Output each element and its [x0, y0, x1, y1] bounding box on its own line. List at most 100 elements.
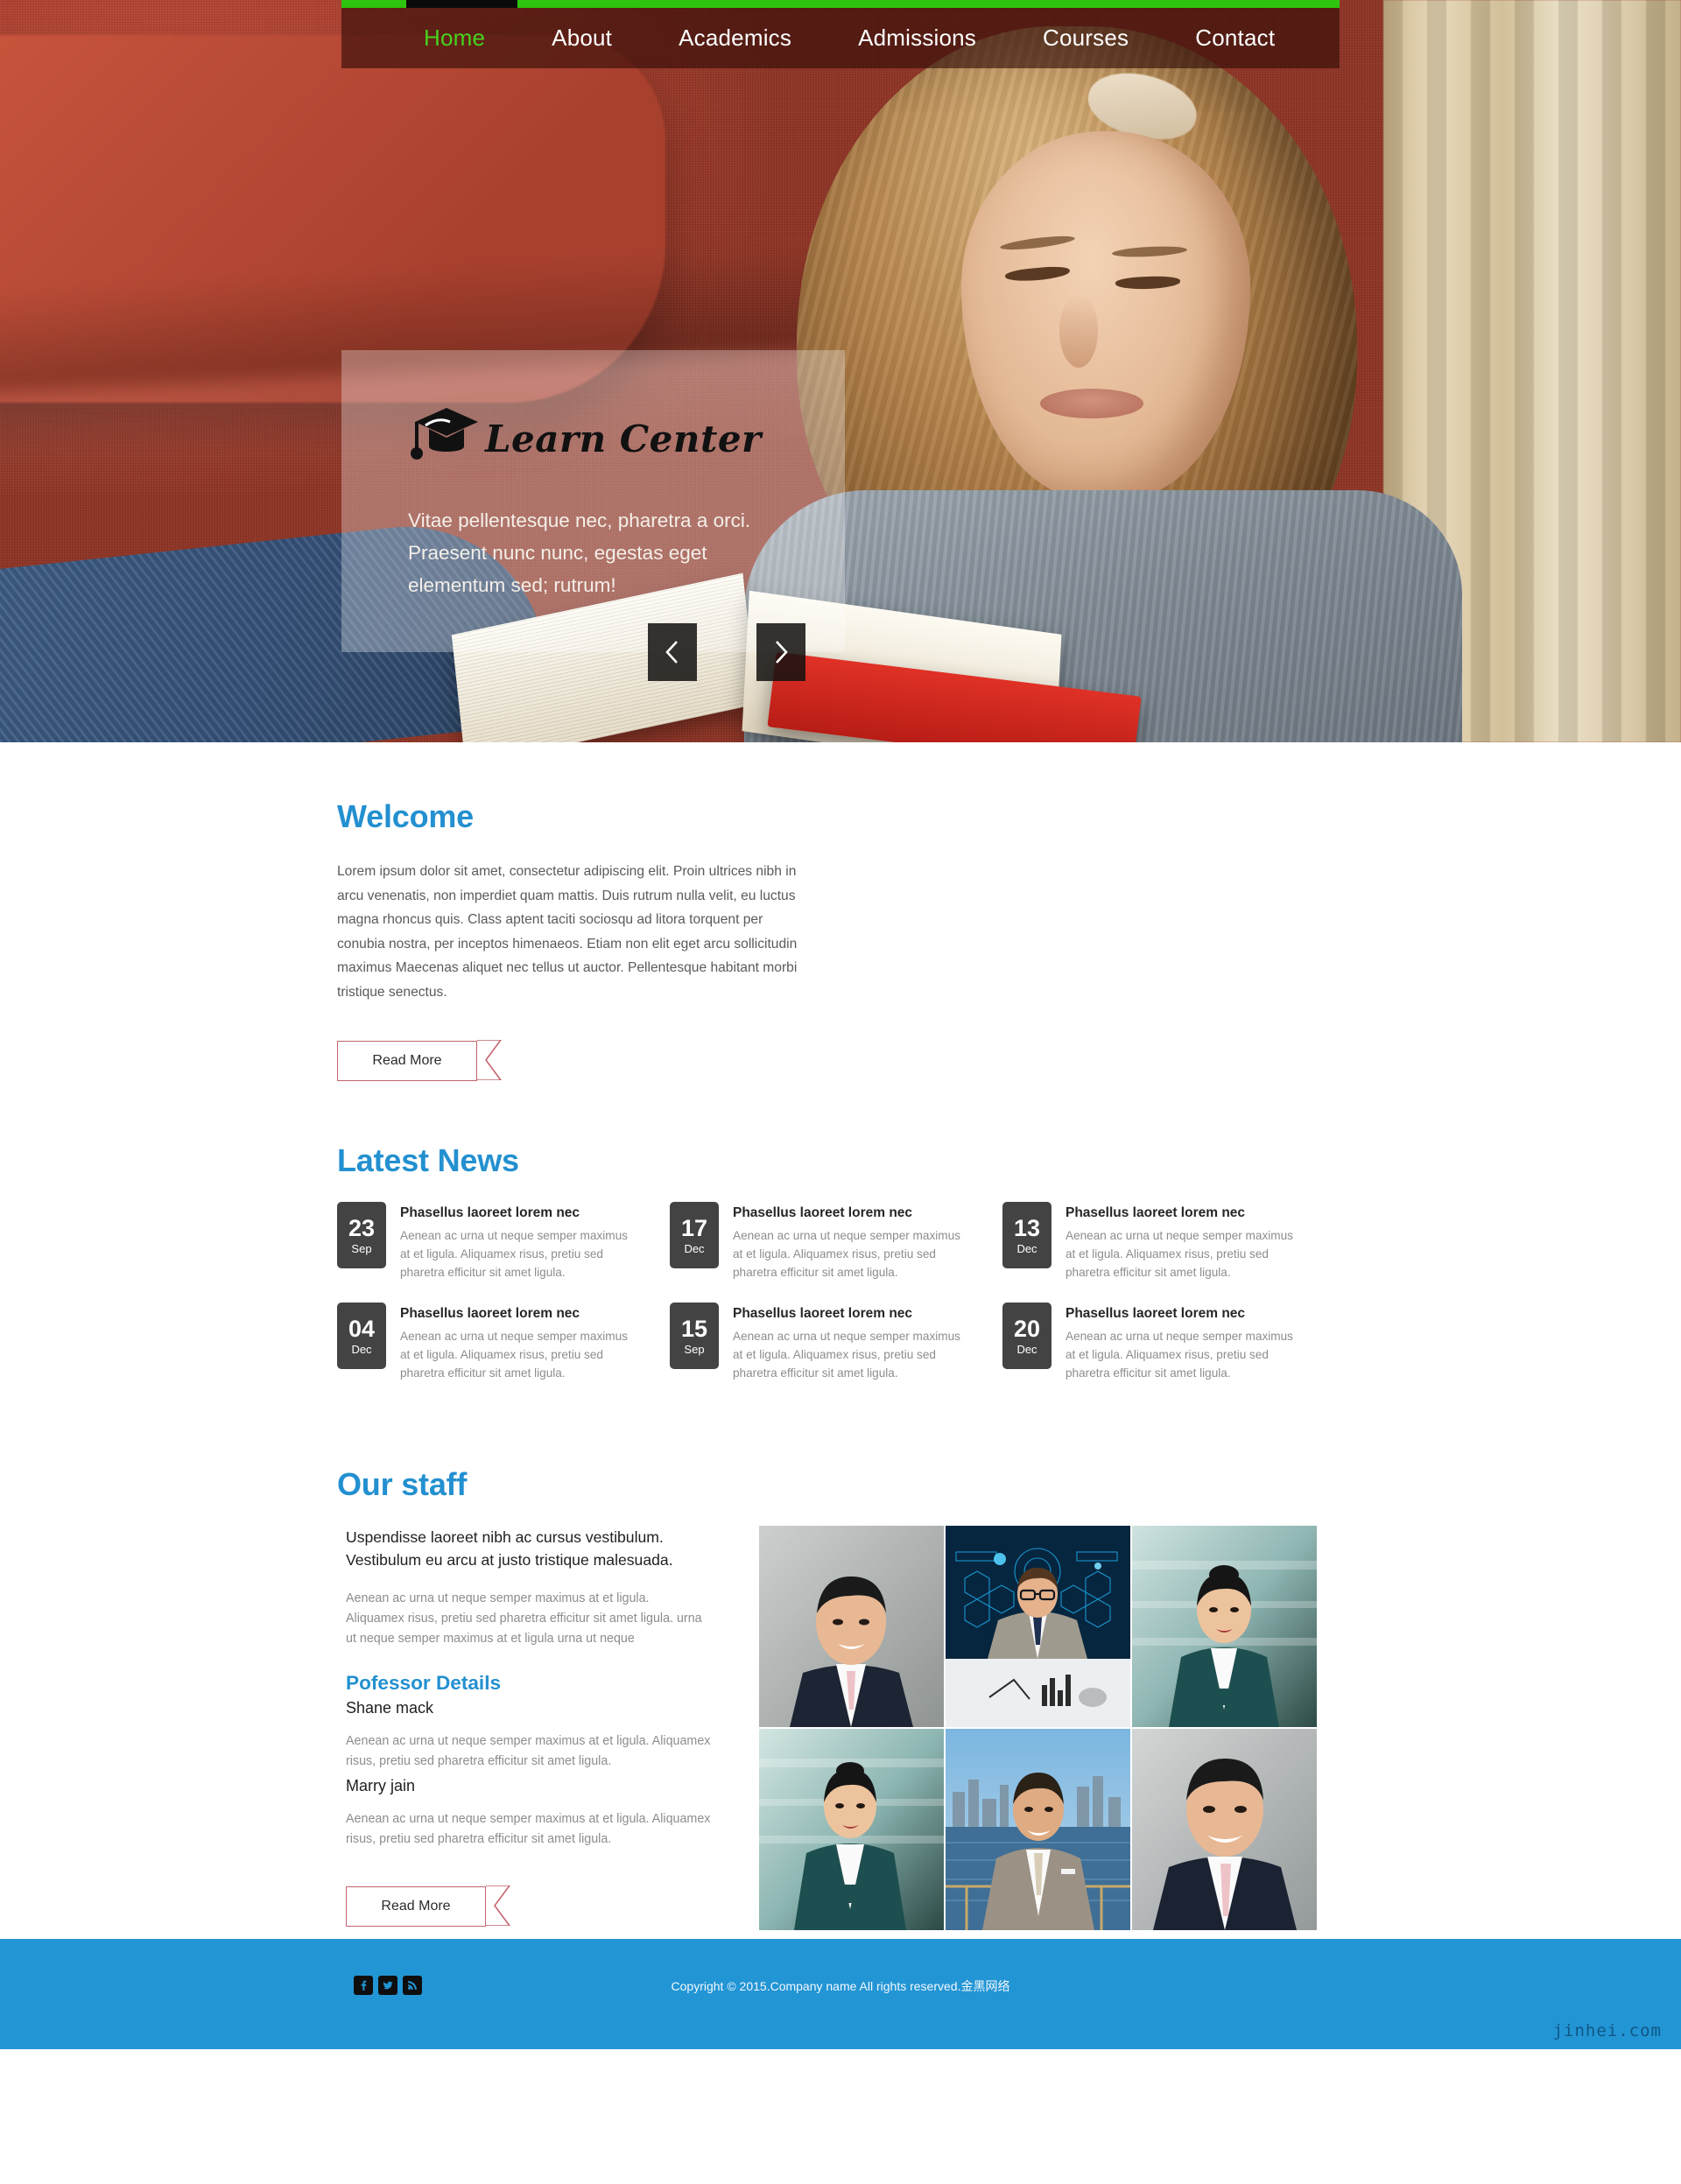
nav-link-contact[interactable]: Contact: [1162, 8, 1308, 68]
news-title: Phasellus laoreet lorem nec: [400, 1306, 580, 1321]
main-navigation: Home About Academics Admissions Courses …: [341, 8, 1340, 68]
our-staff-section: Our staff Uspendisse laoreet nibh ac cur…: [337, 1382, 1344, 1986]
hero-prev-button[interactable]: [648, 623, 697, 681]
staff-text-column: Uspendisse laoreet nibh ac cursus vestib…: [337, 1526, 749, 1930]
site-watermark: jinhei.com: [1552, 2021, 1662, 2040]
news-description: Aenean ac urna ut neque semper maximus a…: [1066, 1229, 1293, 1279]
nav-item-contact[interactable]: Contact: [1162, 8, 1308, 68]
news-description: Aenean ac urna ut neque semper maximus a…: [733, 1330, 960, 1380]
news-day: 23: [348, 1215, 376, 1241]
content-wrapper: Welcome Lorem ipsum dolor sit amet, cons…: [337, 742, 1344, 1986]
professor-bio: Aenean ac urna ut neque semper maximus a…: [346, 1734, 711, 1768]
hero-title: Learn Center: [485, 418, 762, 460]
news-item[interactable]: 23 Sep Phasellus laoreet lorem nec Aenea…: [337, 1202, 644, 1282]
staff-photo-gallery: [759, 1526, 1317, 1986]
nav-link-academics[interactable]: Academics: [645, 8, 825, 68]
news-title: Phasellus laoreet lorem nec: [733, 1205, 913, 1220]
hero-slider-controls: [648, 623, 805, 681]
news-month: Dec: [684, 1242, 705, 1255]
nav-item-admissions[interactable]: Admissions: [825, 8, 1009, 68]
professor-name: Shane mack: [346, 1699, 434, 1717]
student-nose: [1059, 294, 1098, 368]
professor-bio: Aenean ac urna ut neque semper maximus a…: [346, 1812, 711, 1846]
news-body: Phasellus laoreet lorem nec Aenean ac ur…: [400, 1303, 635, 1382]
welcome-section: Welcome Lorem ipsum dolor sit amet, cons…: [337, 742, 1344, 1081]
chevron-right-icon: [776, 641, 788, 664]
news-title: Phasellus laoreet lorem nec: [400, 1205, 580, 1220]
staff-photo[interactable]: [759, 1729, 944, 1930]
main-content: Welcome Lorem ipsum dolor sit amet, cons…: [0, 742, 1681, 1986]
news-month: Sep: [684, 1343, 705, 1356]
hero-banner: Home About Academics Admissions Courses …: [0, 0, 1681, 742]
news-body: Phasellus laoreet lorem nec Aenean ac ur…: [1066, 1303, 1300, 1382]
gallery-grid: [759, 1526, 1317, 1930]
chevron-left-icon: [665, 641, 678, 664]
professor-details-heading: Pofessor Details: [346, 1672, 502, 1694]
welcome-paragraph: Lorem ipsum dolor sit amet, consectetur …: [337, 864, 798, 1000]
news-date-badge: 23 Sep: [337, 1202, 386, 1268]
news-month: Dec: [1016, 1242, 1037, 1255]
news-day: 04: [348, 1316, 376, 1342]
nav-link-courses[interactable]: Courses: [1009, 8, 1162, 68]
nav-item-about[interactable]: About: [518, 8, 645, 68]
staff-read-more-button[interactable]: Read More: [346, 1886, 510, 1927]
staff-paragraph: Aenean ac urna ut neque semper maximus a…: [346, 1591, 702, 1646]
staff-row: Uspendisse laoreet nibh ac cursus vestib…: [337, 1526, 1344, 1986]
student-lips: [1040, 389, 1143, 418]
news-month: Dec: [1016, 1343, 1037, 1356]
news-body: Phasellus laoreet lorem nec Aenean ac ur…: [1066, 1202, 1300, 1282]
news-date-badge: 20 Dec: [1002, 1303, 1052, 1369]
nav-active-marker: [406, 0, 517, 8]
news-item[interactable]: 13 Dec Phasellus laoreet lorem nec Aenea…: [1002, 1202, 1309, 1282]
nav-item-academics[interactable]: Academics: [645, 8, 825, 68]
news-item[interactable]: 17 Dec Phasellus laoreet lorem nec Aenea…: [670, 1202, 976, 1282]
news-grid: 23 Sep Phasellus laoreet lorem nec Aenea…: [337, 1202, 1344, 1382]
news-day: 15: [680, 1316, 708, 1342]
copyright-text: Copyright © 2015.Company name All rights…: [671, 1979, 1010, 1993]
staff-photo[interactable]: [759, 1526, 944, 1727]
latest-news-section: Latest News 23 Sep Phasellus laoreet lor…: [337, 1081, 1344, 1382]
professor-name: Marry jain: [346, 1777, 416, 1794]
news-item[interactable]: 15 Sep Phasellus laoreet lorem nec Aenea…: [670, 1303, 976, 1382]
news-item[interactable]: 20 Dec Phasellus laoreet lorem nec Aenea…: [1002, 1303, 1309, 1382]
nav-link-home[interactable]: Home: [390, 8, 518, 68]
nav-list: Home About Academics Admissions Courses …: [341, 8, 1308, 68]
welcome-heading: Welcome: [337, 798, 474, 834]
hero-caption-text: Vitae pellentesque nec, pharetra a orci.…: [408, 509, 751, 596]
news-day: 20: [1013, 1316, 1041, 1342]
staff-photo[interactable]: [946, 1526, 1130, 1727]
nav-item-home[interactable]: Home: [390, 8, 518, 68]
staff-photo[interactable]: [1132, 1729, 1317, 1930]
news-title: Phasellus laoreet lorem nec: [1066, 1205, 1246, 1220]
news-date-badge: 13 Dec: [1002, 1202, 1052, 1268]
hero-logo: Learn Center: [408, 403, 845, 464]
staff-photo[interactable]: [946, 1729, 1130, 1930]
hero-caption-panel: Learn Center Vitae pellentesque nec, pha…: [341, 350, 845, 652]
news-body: Phasellus laoreet lorem nec Aenean ac ur…: [400, 1202, 635, 1282]
news-body: Phasellus laoreet lorem nec Aenean ac ur…: [733, 1303, 967, 1382]
nav-link-about[interactable]: About: [518, 8, 645, 68]
news-heading: Latest News: [337, 1142, 519, 1178]
news-description: Aenean ac urna ut neque semper maximus a…: [1066, 1330, 1293, 1380]
news-day: 13: [1013, 1215, 1041, 1241]
student-face: [961, 131, 1250, 499]
graduation-cap-icon: [408, 403, 482, 464]
news-description: Aenean ac urna ut neque semper maximus a…: [733, 1229, 960, 1279]
news-body: Phasellus laoreet lorem nec Aenean ac ur…: [733, 1202, 967, 1282]
staff-photo[interactable]: [1132, 1526, 1317, 1727]
staff-heading: Our staff: [337, 1466, 468, 1502]
nav-item-courses[interactable]: Courses: [1009, 8, 1162, 68]
news-month: Dec: [351, 1343, 372, 1356]
news-month: Sep: [351, 1242, 372, 1255]
staff-lead-text: Uspendisse laoreet nibh ac cursus vestib…: [346, 1528, 673, 1569]
news-item[interactable]: 04 Dec Phasellus laoreet lorem nec Aenea…: [337, 1303, 644, 1382]
nav-link-admissions[interactable]: Admissions: [825, 8, 1009, 68]
news-date-badge: 17 Dec: [670, 1202, 719, 1268]
hero-next-button[interactable]: [756, 623, 805, 681]
welcome-read-more-button[interactable]: Read More: [337, 1040, 502, 1081]
welcome-read-more-label: Read More: [372, 1053, 442, 1068]
news-title: Phasellus laoreet lorem nec: [1066, 1306, 1246, 1321]
news-day: 17: [680, 1215, 708, 1241]
news-date-badge: 15 Sep: [670, 1303, 719, 1369]
site-footer: Copyright © 2015.Company name All rights…: [0, 1939, 1681, 2049]
